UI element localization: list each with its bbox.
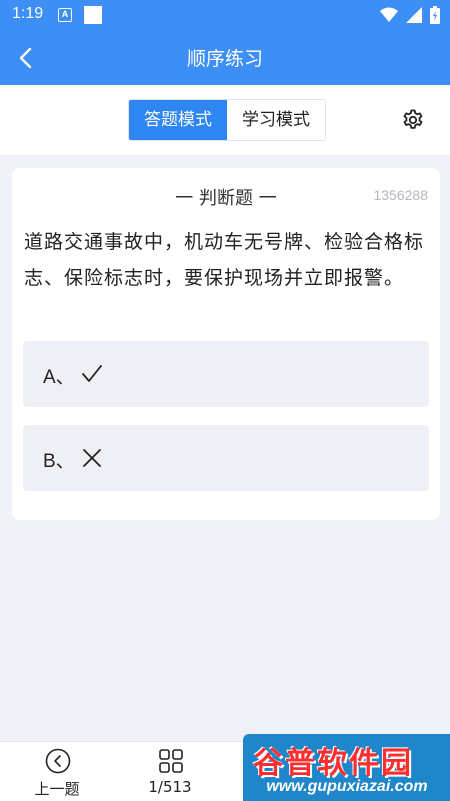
- tab-study-mode[interactable]: 学习模式: [227, 100, 325, 140]
- app-bar: 顺序练习: [0, 30, 450, 85]
- watermark-logo: 谷普软件园 www.gupuxiazai.com: [243, 734, 450, 801]
- mode-bar: 答题模式 学习模式: [0, 85, 450, 155]
- cross-icon: [83, 449, 101, 467]
- watermark-url: www.gupuxiazai.com: [266, 778, 428, 795]
- question-progress: 1/513: [148, 778, 192, 796]
- prev-question-label: 上一题: [34, 780, 80, 798]
- option-b[interactable]: B、: [23, 425, 429, 491]
- prev-question-button[interactable]: 上一题: [12, 742, 102, 801]
- status-time: 1:19: [12, 5, 44, 22]
- signal-icon: [406, 7, 422, 23]
- question-grid-button[interactable]: 1/513: [125, 742, 215, 801]
- question-id: 1356288: [373, 187, 428, 203]
- wifi-icon: [380, 7, 398, 22]
- question-text: 道路交通事故中，机动车无号牌、检验合格标志、保险标志时，要保护现场并立即报警。: [24, 231, 425, 289]
- grid-icon: [159, 749, 183, 773]
- battery-icon: [430, 6, 440, 24]
- watermark-text: 谷普软件园: [253, 746, 413, 781]
- option-b-label: B、: [43, 451, 75, 472]
- mode-switch: 答题模式 学习模式: [128, 99, 326, 141]
- check-icon: [82, 365, 102, 382]
- gear-icon: [403, 109, 423, 129]
- option-a[interactable]: A、: [23, 341, 429, 407]
- status-icons: [380, 6, 440, 24]
- status-bar: 1:19 A: [0, 0, 450, 30]
- notification-square-icon: [84, 6, 102, 24]
- settings-button[interactable]: [398, 105, 428, 135]
- app-notification-icon: A: [58, 8, 72, 22]
- option-a-label: A、: [43, 367, 75, 388]
- question-card: 一 判断题 一 1356288 道路交通事故中，机动车无号牌、检验合格标志、保险…: [12, 168, 440, 520]
- chevron-left-circle-icon: [45, 748, 71, 774]
- page-title: 顺序练习: [186, 48, 263, 70]
- tab-answer-mode[interactable]: 答题模式: [129, 100, 227, 140]
